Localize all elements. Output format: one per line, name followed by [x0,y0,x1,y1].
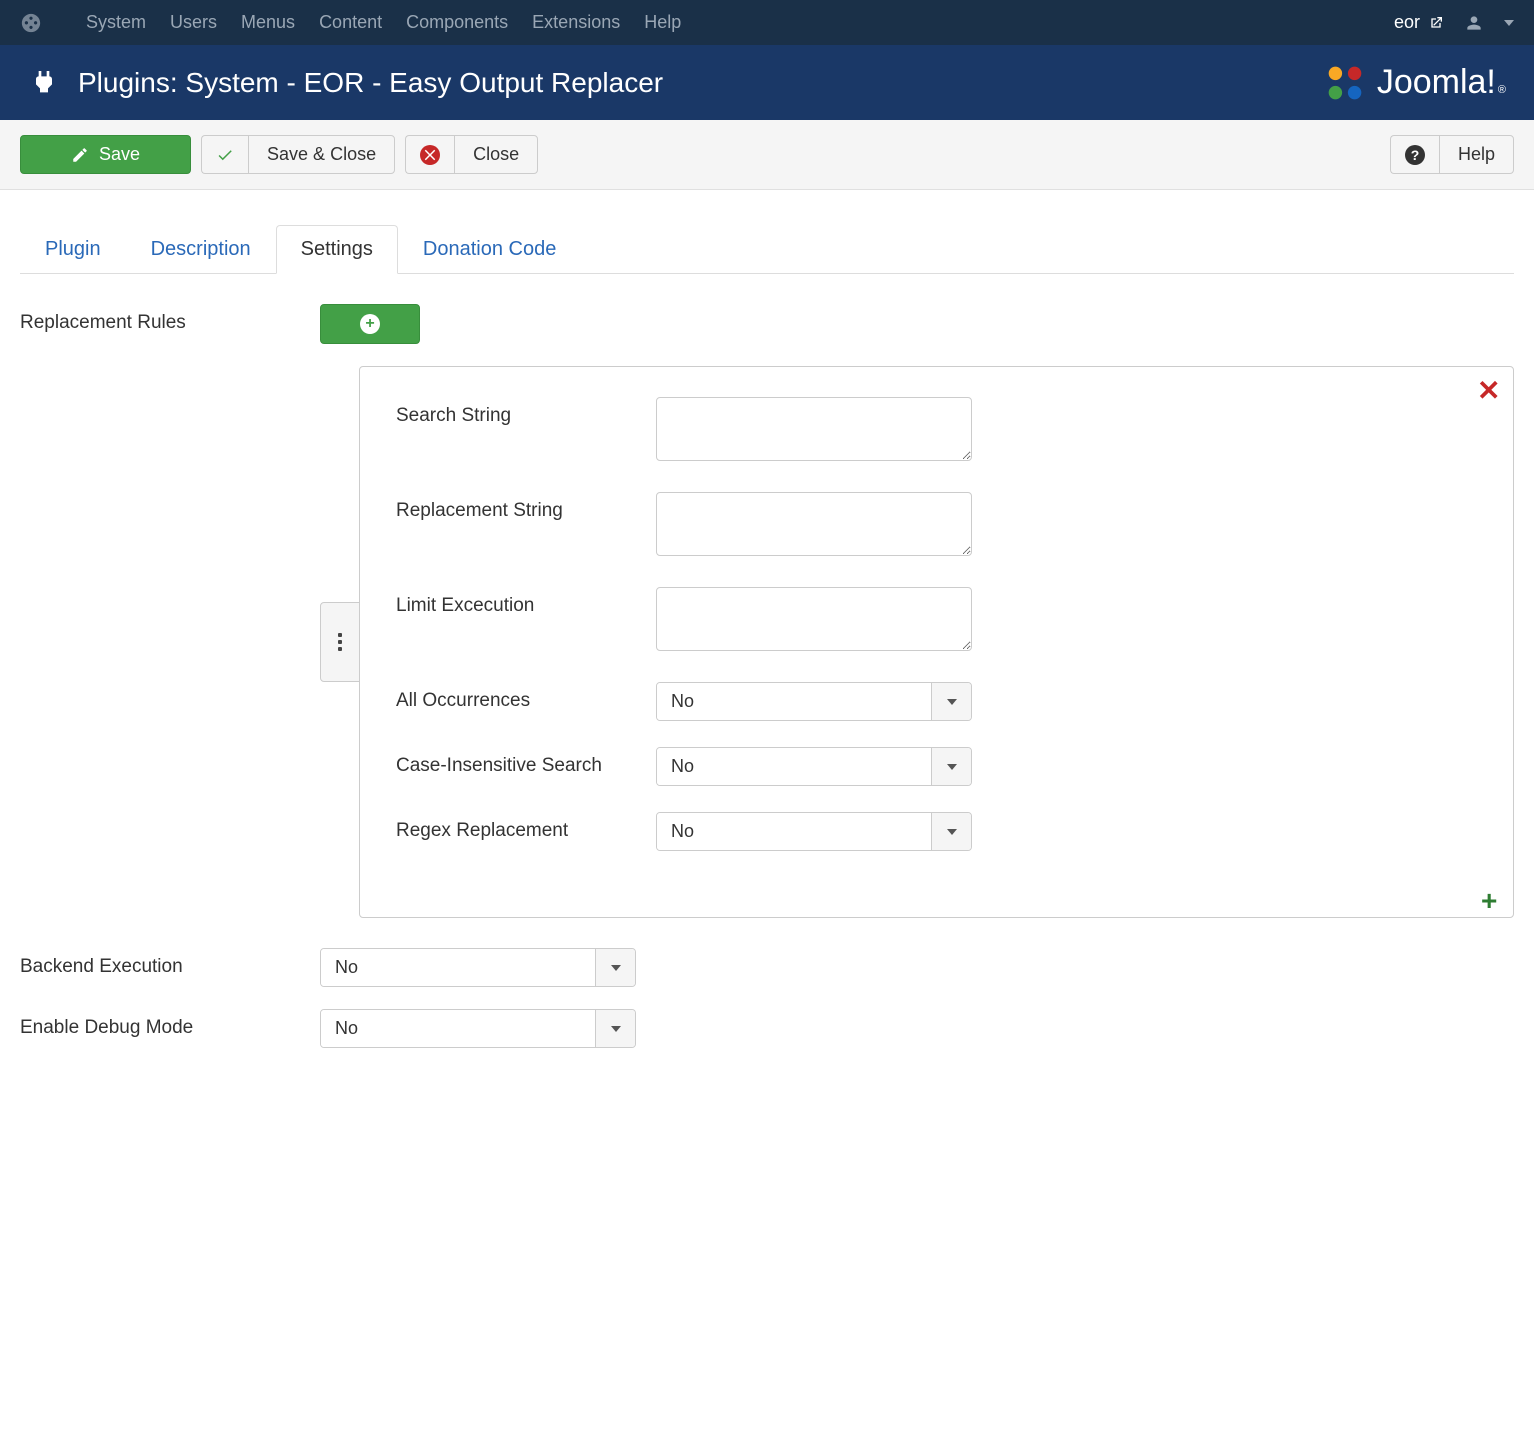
select-value: No [321,949,595,986]
input-search-string[interactable] [656,397,972,461]
tab-settings[interactable]: Settings [276,225,398,274]
select-value: No [657,683,931,720]
close-group: Close [405,135,538,174]
content-area: Plugin Description Settings Donation Cod… [0,190,1534,1110]
remove-rule-button[interactable]: ✕ [1477,377,1501,401]
row-replacement-rules: Replacement Rules + [20,304,1514,344]
select-all-occurrences[interactable]: No [656,682,972,721]
save-close-icon-button[interactable] [201,135,248,174]
select-value: No [321,1010,595,1047]
joomla-logo-text: Joomla!® [1377,63,1506,102]
site-name: eor [1394,12,1420,33]
label-all-occurrences: All Occurrences [396,682,656,712]
save-close-group: Save & Close [201,135,395,174]
external-link-icon [1428,15,1444,31]
label-replacement-string: Replacement String [396,492,656,522]
rule-panel: ✕ Search String Replacement String Limit… [359,366,1514,918]
row-limit-execution: Limit Excecution [396,587,1477,656]
select-value: No [657,813,931,850]
row-all-occurrences: All Occurrences No [396,682,1477,721]
admin-topbar: System Users Menus Content Components Ex… [0,0,1534,45]
apply-icon [71,146,89,164]
chevron-down-icon [595,1010,635,1047]
drag-dots-icon [338,633,342,651]
menu-content[interactable]: Content [319,12,382,33]
joomla-logo: Joomla!® [1321,59,1506,107]
row-backend-execution: Backend Execution No [20,948,1514,987]
menu-extensions[interactable]: Extensions [532,12,620,33]
select-backend-execution[interactable]: No [320,948,636,987]
plug-icon [28,67,60,99]
user-dropdown-caret[interactable] [1504,20,1514,26]
row-search-string: Search String [396,397,1477,466]
select-case-insensitive[interactable]: No [656,747,972,786]
rule-panel-wrapper: ✕ Search String Replacement String Limit… [320,366,1514,918]
label-case-insensitive: Case-Insensitive Search [396,747,656,777]
save-close-button[interactable]: Save & Close [248,135,395,174]
label-regex-replacement: Regex Replacement [396,812,656,842]
plus-icon: + [360,314,380,334]
tab-bar: Plugin Description Settings Donation Cod… [20,225,1514,274]
action-toolbar: Save Save & Close Close ? Help [0,120,1534,190]
row-enable-debug: Enable Debug Mode No [20,1009,1514,1048]
topbar-right: eor [1394,12,1514,33]
tab-donation-code[interactable]: Donation Code [398,225,581,274]
tab-description[interactable]: Description [126,225,276,274]
page-header: Plugins: System - EOR - Easy Output Repl… [0,45,1534,120]
label-search-string: Search String [396,397,656,427]
menu-system[interactable]: System [86,12,146,33]
label-replacement-rules: Replacement Rules [20,304,320,334]
row-regex-replacement: Regex Replacement No [396,812,1477,851]
question-icon: ? [1405,145,1425,165]
add-rule-below-button[interactable]: + [1481,887,1505,911]
menu-menus[interactable]: Menus [241,12,295,33]
topbar-left: System Users Menus Content Components Ex… [20,12,681,34]
chevron-down-icon [595,949,635,986]
help-icon-button[interactable]: ? [1390,135,1439,174]
joomla-icon[interactable] [20,12,42,34]
check-icon [216,146,234,164]
site-preview-link[interactable]: eor [1394,12,1444,33]
add-rule-button[interactable]: + [320,304,420,344]
chevron-down-icon [931,813,971,850]
label-limit-execution: Limit Excecution [396,587,656,617]
close-icon-button[interactable] [405,135,454,174]
drag-handle[interactable] [320,602,360,682]
select-value: No [657,748,931,785]
row-replacement-string: Replacement String [396,492,1477,561]
input-limit-execution[interactable] [656,587,972,651]
chevron-down-icon [931,748,971,785]
label-enable-debug: Enable Debug Mode [20,1009,320,1039]
select-enable-debug[interactable]: No [320,1009,636,1048]
user-menu-icon[interactable] [1464,13,1484,33]
menu-components[interactable]: Components [406,12,508,33]
menu-users[interactable]: Users [170,12,217,33]
tab-plugin[interactable]: Plugin [20,225,126,274]
select-regex-replacement[interactable]: No [656,812,972,851]
save-button[interactable]: Save [20,135,191,174]
menu-help[interactable]: Help [644,12,681,33]
help-group: ? Help [1390,135,1514,174]
row-case-insensitive: Case-Insensitive Search No [396,747,1477,786]
joomla-logo-mark [1321,59,1369,107]
cancel-icon [420,145,440,165]
chevron-down-icon [931,683,971,720]
label-backend-execution: Backend Execution [20,948,320,978]
close-button[interactable]: Close [454,135,538,174]
page-title: Plugins: System - EOR - Easy Output Repl… [28,67,663,99]
help-button[interactable]: Help [1439,135,1514,174]
input-replacement-string[interactable] [656,492,972,556]
topbar-menu: System Users Menus Content Components Ex… [86,12,681,33]
